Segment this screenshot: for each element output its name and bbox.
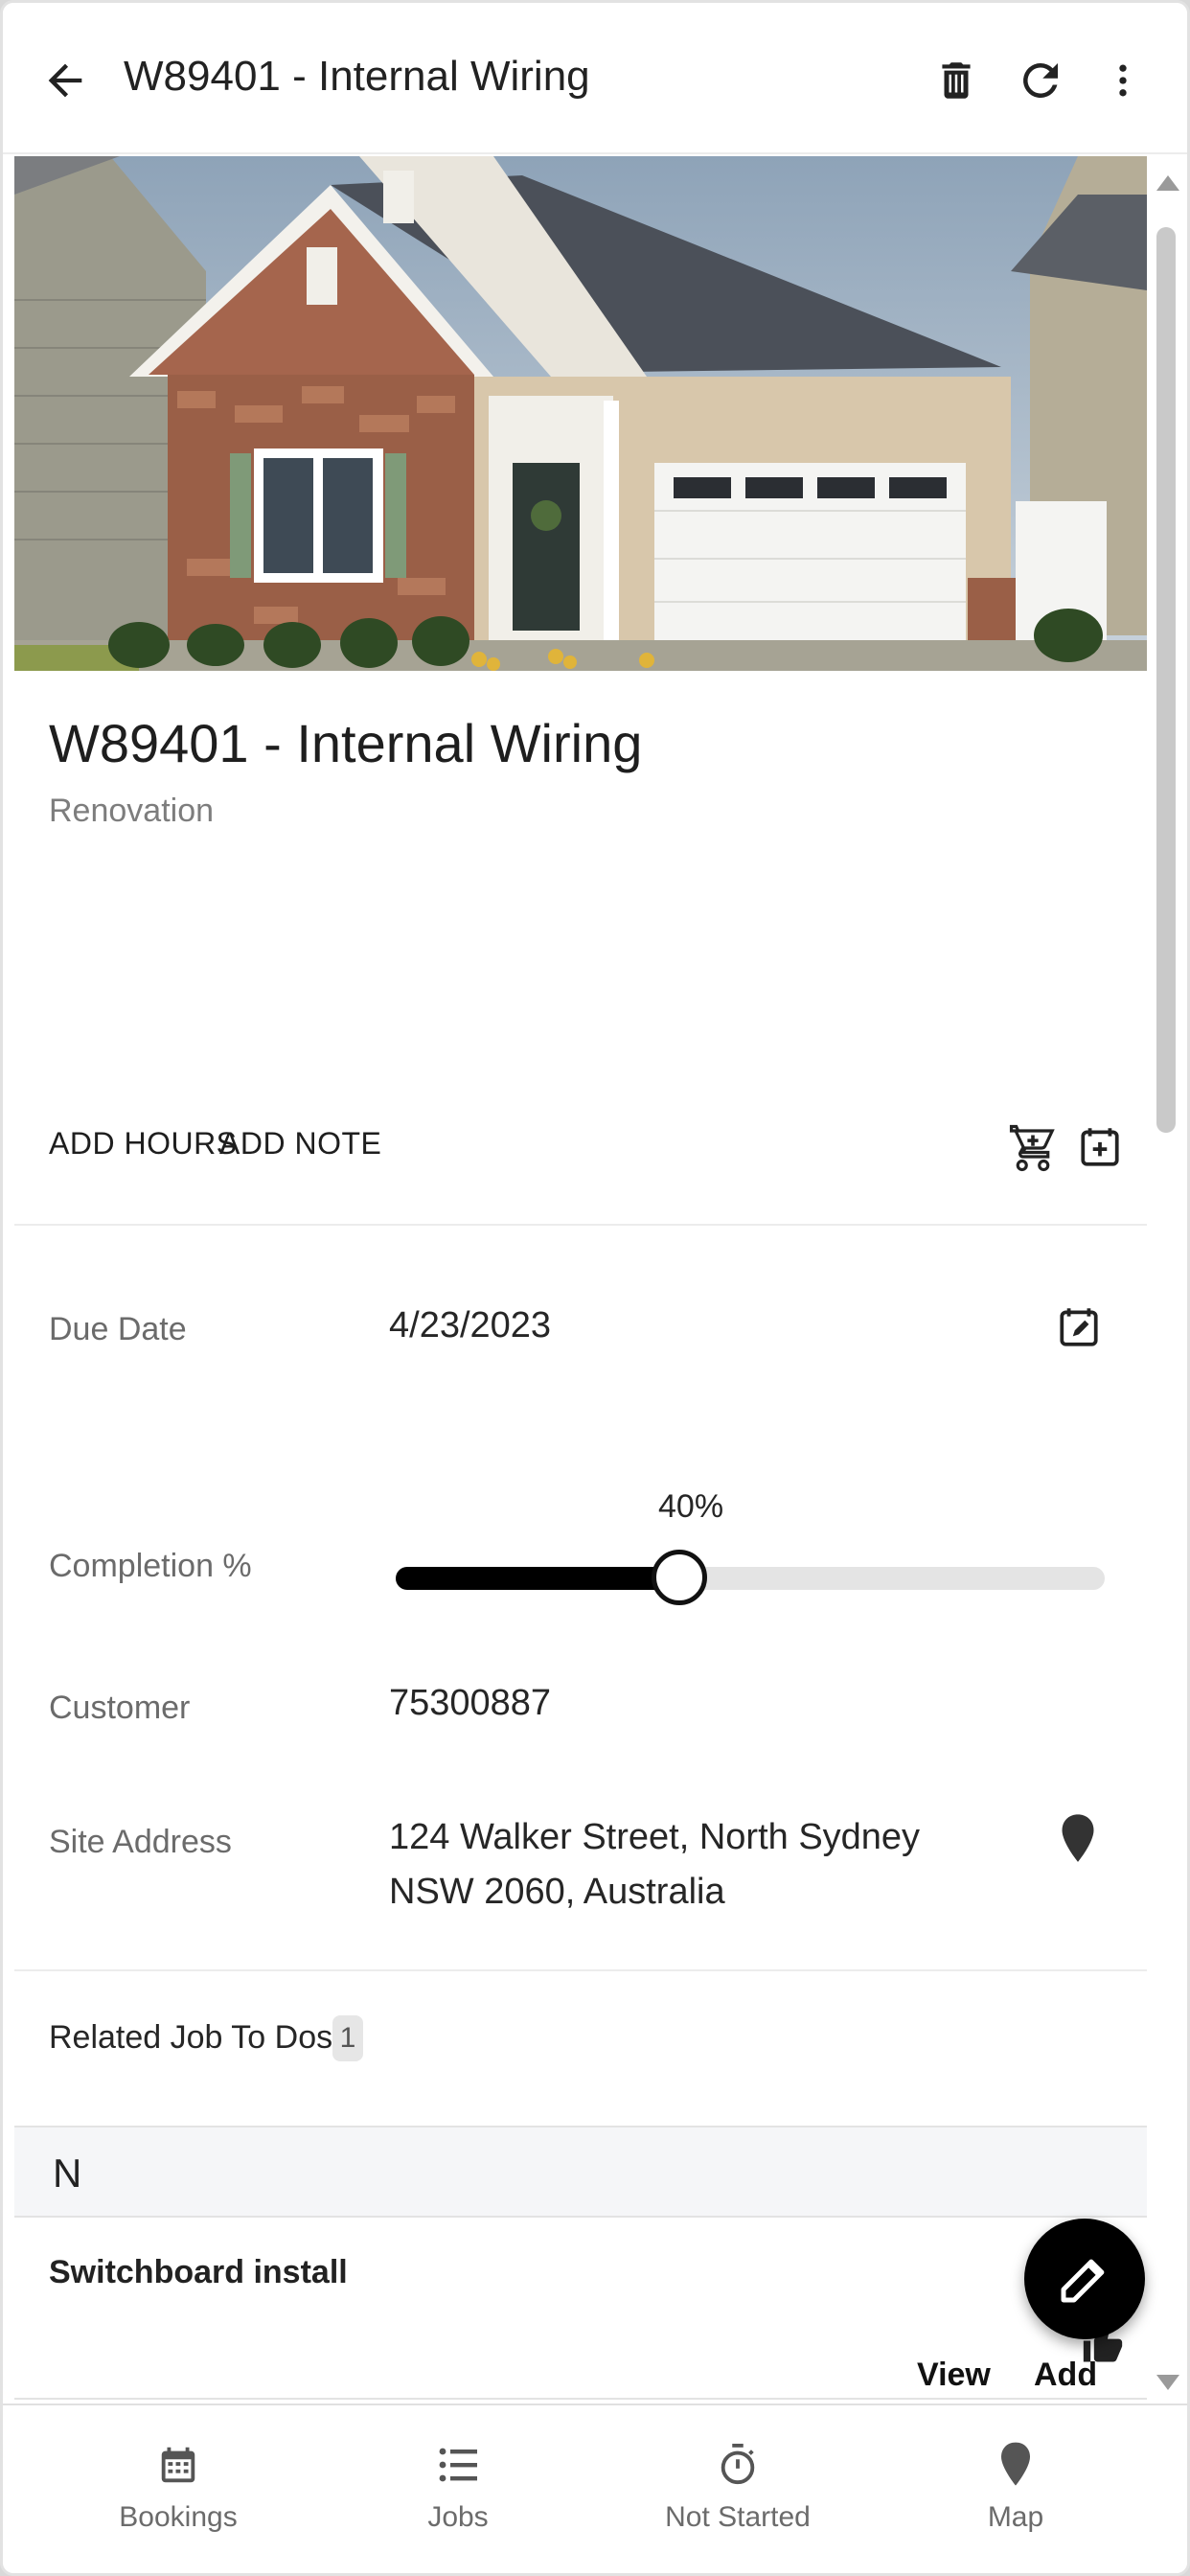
job-photo bbox=[14, 156, 1147, 671]
nav-map[interactable]: Map bbox=[877, 2405, 1155, 2573]
app-window: W89401 - Internal Wiring W89401 - Intern… bbox=[0, 0, 1190, 2576]
customer-label: Customer bbox=[49, 1690, 191, 1726]
nav-bookings-label: Bookings bbox=[119, 2501, 238, 2533]
calendar-add-icon bbox=[1081, 1128, 1119, 1166]
open-map-button[interactable] bbox=[1057, 1812, 1110, 1870]
divider bbox=[14, 1224, 1147, 1226]
calendar-edit-icon bbox=[1060, 1308, 1098, 1346]
related-todos-count-badge: 1 bbox=[332, 2015, 363, 2061]
scrollbar-thumb[interactable] bbox=[1156, 227, 1176, 1133]
divider bbox=[14, 1969, 1147, 1971]
edit-fab-button[interactable] bbox=[1024, 2219, 1145, 2339]
refresh-icon bbox=[1023, 62, 1058, 98]
todo-group-header: N bbox=[14, 2126, 1147, 2218]
customer-value[interactable]: 75300887 bbox=[389, 1676, 551, 1731]
due-date-label: Due Date bbox=[49, 1311, 187, 1347]
calendar-icon bbox=[153, 2440, 203, 2490]
scroll-down-arrow-icon[interactable] bbox=[1156, 2375, 1179, 2390]
completion-slider[interactable] bbox=[396, 1550, 1105, 1605]
add-to-cart-button[interactable] bbox=[1007, 1122, 1059, 1174]
todo-group-letter: N bbox=[53, 2150, 82, 2196]
map-pin-icon bbox=[991, 2440, 1041, 2490]
edit-icon bbox=[1061, 2258, 1105, 2303]
more-options-button[interactable] bbox=[1089, 47, 1156, 114]
refresh-button[interactable] bbox=[1007, 47, 1074, 114]
todo-title: Switchboard install bbox=[49, 2254, 348, 2290]
edit-due-date-button[interactable] bbox=[1055, 1302, 1109, 1356]
site-address-label: Site Address bbox=[49, 1824, 232, 1860]
view-button[interactable]: View bbox=[917, 2357, 991, 2394]
stopwatch-icon bbox=[713, 2440, 763, 2490]
add-note-button[interactable]: ADD NOTE bbox=[219, 1126, 381, 1162]
site-address-value[interactable]: 124 Walker Street, North Sydney NSW 2060… bbox=[389, 1810, 983, 1920]
job-detail-content[interactable]: W89401 - Internal Wiring Renovation ADD … bbox=[11, 156, 1147, 2404]
job-type: Renovation bbox=[49, 793, 215, 829]
completion-label: Completion % bbox=[49, 1548, 252, 1584]
more-vert-icon bbox=[1119, 64, 1127, 97]
bottom-navigation: Bookings Jobs Not Started Map bbox=[3, 2404, 1187, 2573]
nav-not-started[interactable]: Not Started bbox=[599, 2405, 877, 2573]
related-todos-label: Related Job To Dos bbox=[49, 2019, 333, 2056]
scrollbar[interactable] bbox=[1149, 156, 1187, 2404]
cart-add-icon bbox=[1009, 1124, 1055, 1172]
nav-jobs[interactable]: Jobs bbox=[319, 2405, 597, 2573]
back-button[interactable] bbox=[32, 47, 99, 114]
scroll-up-arrow-icon[interactable] bbox=[1156, 175, 1179, 191]
nav-not-started-label: Not Started bbox=[665, 2501, 811, 2533]
add-button[interactable]: Add bbox=[1034, 2357, 1101, 2394]
completion-value: 40% bbox=[658, 1488, 724, 1525]
app-bar: W89401 - Internal Wiring bbox=[3, 3, 1187, 154]
map-pin-icon bbox=[1062, 1814, 1094, 1862]
delete-button[interactable] bbox=[923, 47, 990, 114]
job-title: W89401 - Internal Wiring bbox=[49, 713, 643, 773]
back-arrow-icon bbox=[48, 63, 82, 98]
trash-icon bbox=[942, 62, 971, 99]
list-icon bbox=[433, 2440, 483, 2490]
add-booking-button[interactable] bbox=[1076, 1122, 1128, 1174]
nav-bookings[interactable]: Bookings bbox=[39, 2405, 317, 2573]
completion-slider-thumb[interactable] bbox=[652, 1550, 707, 1605]
nav-map-label: Map bbox=[987, 2501, 1044, 2533]
page-title: W89401 - Internal Wiring bbox=[124, 53, 590, 100]
completion-slider-fill bbox=[396, 1567, 679, 1590]
add-hours-button[interactable]: ADD HOURS bbox=[49, 1126, 238, 1162]
due-date-value[interactable]: 4/23/2023 bbox=[389, 1299, 551, 1353]
nav-jobs-label: Jobs bbox=[427, 2501, 489, 2533]
